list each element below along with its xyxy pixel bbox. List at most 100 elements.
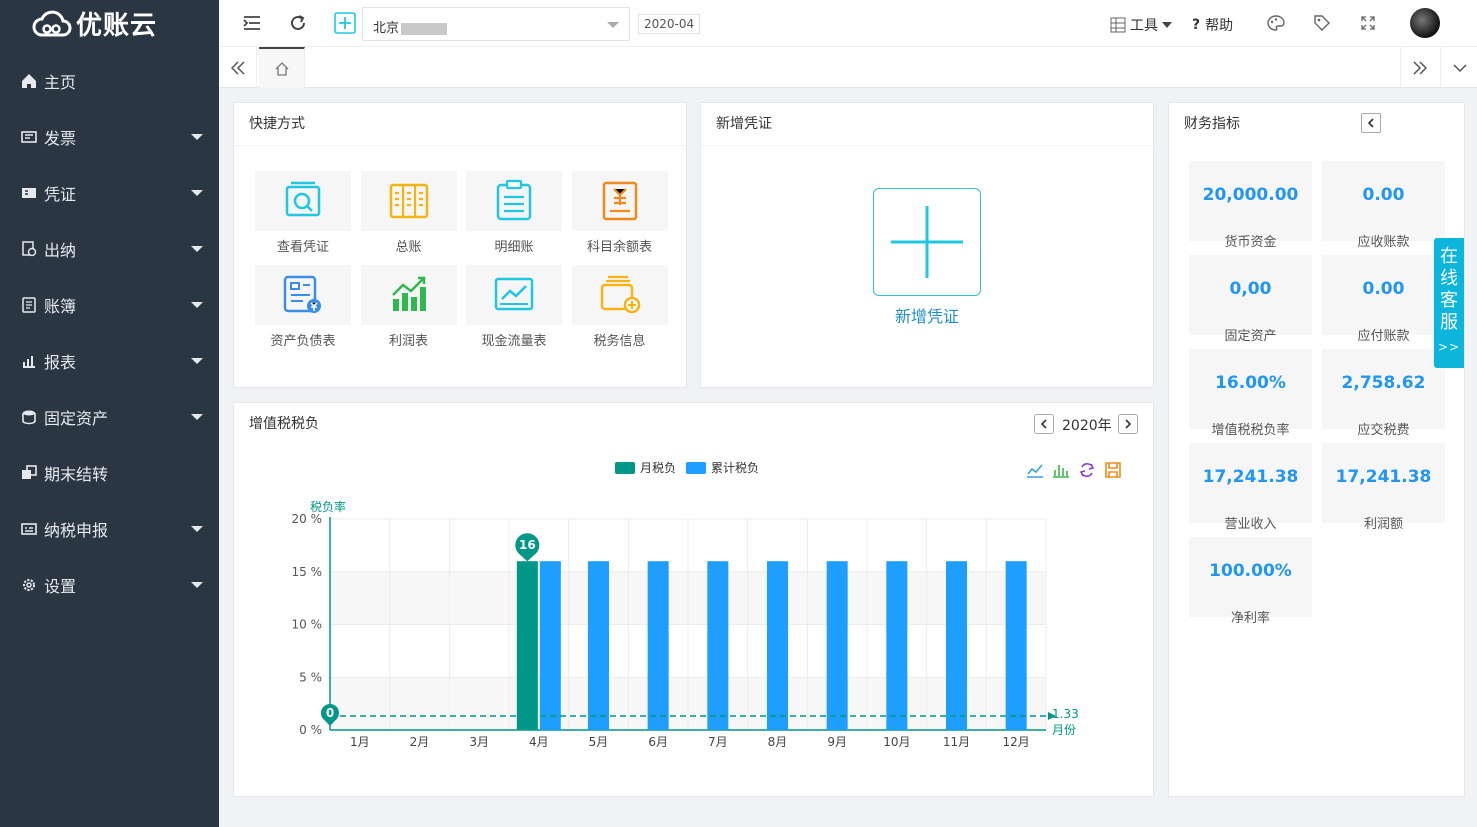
x-tick-label: 3月: [469, 735, 489, 749]
company-name-redacted: [401, 22, 448, 35]
shortcut-asset-liability[interactable]: 资产负债表: [255, 265, 351, 357]
bar-cumulative-11月[interactable]: [946, 561, 967, 730]
sidebar-item-2[interactable]: 凭证: [0, 165, 219, 221]
tab-home[interactable]: [259, 47, 305, 88]
collapse-panel-icon[interactable]: [1361, 113, 1381, 133]
bar-cumulative-7月[interactable]: [707, 561, 729, 730]
bar-cumulative-10月[interactable]: [886, 561, 908, 730]
bar-cumulative-12月[interactable]: [1005, 561, 1027, 730]
save-image-icon-path: [1105, 462, 1121, 478]
menu-toggle-icon[interactable]: [241, 12, 263, 34]
new-voucher-label[interactable]: 新增凭证: [851, 303, 1003, 327]
metric-tile[interactable]: 0,00 固定资产: [1189, 255, 1312, 344]
metric-tile[interactable]: 2,758.62 应交税费: [1322, 349, 1445, 438]
legend-label[interactable]: 月税负: [640, 461, 676, 475]
restore-icon[interactable]: [1079, 463, 1095, 477]
y-tick-label: 5 %: [299, 670, 322, 684]
report-icon: [20, 352, 38, 370]
shortcut-profit-chart[interactable]: 利润表: [360, 265, 457, 357]
shortcut-tile: [466, 265, 562, 325]
markpoint-label: 16: [519, 538, 536, 552]
sidebar-item-9[interactable]: 设置: [0, 557, 219, 613]
tab-bar: [219, 47, 1477, 88]
x-tick-label: 2月: [410, 735, 430, 749]
metric-label: 净利率: [1230, 611, 1270, 626]
shortcut-tile: [466, 171, 562, 231]
sidebar-item-1[interactable]: 发票: [0, 109, 219, 165]
shortcut-tax-info[interactable]: 税务信息: [571, 265, 668, 357]
sidebar-item-8[interactable]: 纳税申报: [0, 501, 219, 557]
plus-icon: [891, 206, 963, 278]
period-selector[interactable]: 2020-04: [638, 14, 701, 34]
tools-label: 工具: [1130, 18, 1158, 34]
sidebar-item-6[interactable]: 固定资产: [0, 389, 219, 445]
asset-liability-icon: [283, 275, 321, 313]
save-image-icon[interactable]: [1105, 462, 1121, 478]
legend-swatch[interactable]: [615, 462, 635, 474]
gear-icon: [20, 576, 38, 594]
metric-tile[interactable]: 17,241.38 营业收入: [1189, 443, 1312, 532]
metric-tile[interactable]: 0.00 应收账款: [1322, 161, 1445, 250]
sidebar-item-3[interactable]: 出纳: [0, 221, 219, 277]
tax-info-icon: [600, 275, 640, 314]
sidebar-item-5[interactable]: 报表: [0, 333, 219, 389]
bar-chart-icon[interactable]: [1053, 465, 1069, 478]
help-label: 帮助: [1205, 18, 1234, 34]
metric-tile[interactable]: 17,241.38 利润额: [1322, 443, 1445, 532]
shortcut-label: 现金流量表: [481, 334, 547, 349]
shortcut-cashflow[interactable]: 现金流量表: [466, 265, 562, 357]
new-voucher-button[interactable]: [873, 188, 981, 296]
next-year-button[interactable]: [1118, 414, 1138, 434]
legend-swatch[interactable]: [686, 462, 706, 474]
tag-icon[interactable]: [1311, 12, 1333, 34]
bar-cumulative-6月[interactable]: [647, 561, 669, 730]
metric-tile[interactable]: 100.00% 净利率: [1189, 537, 1312, 626]
theme-palette-icon[interactable]: [1265, 12, 1287, 34]
sidebar-item-4[interactable]: 账簿: [0, 277, 219, 333]
line-chart-icon[interactable]: [1027, 464, 1043, 478]
metric-label: 应交税费: [1357, 423, 1410, 438]
metric-tile[interactable]: 20,000.00 货币资金: [1189, 161, 1312, 250]
app-logo[interactable]: 优账云: [0, 0, 219, 47]
online-service-button[interactable]: 在线客服 >>: [1434, 238, 1464, 368]
prev-year-button[interactable]: [1034, 414, 1054, 434]
metric-tile[interactable]: 16.00% 增值税税负率: [1189, 349, 1312, 438]
bar-monthly-4月[interactable]: [516, 561, 538, 730]
bar-cumulative-9月[interactable]: [826, 561, 848, 730]
tabs-scroll-left-icon[interactable]: [219, 47, 257, 88]
sidebar-item-label: 出纳: [44, 241, 77, 260]
shortcut-tile: [360, 171, 457, 231]
cashier-icon: [20, 240, 38, 258]
markpoint-label: 0: [326, 706, 334, 720]
bar-cumulative-4月[interactable]: [539, 561, 561, 730]
add-company-icon[interactable]: [334, 12, 356, 34]
view-voucher-icon: [285, 181, 321, 217]
user-avatar[interactable]: [1410, 8, 1440, 38]
sidebar-item-7[interactable]: 期末结转: [0, 445, 219, 501]
shortcut-detail-ledger[interactable]: 明细账: [466, 171, 562, 263]
refresh-icon[interactable]: [287, 12, 309, 34]
bar-cumulative-8月[interactable]: [767, 561, 788, 730]
legend-label[interactable]: 累计税负: [711, 461, 759, 475]
tools-menu[interactable]: 工具: [1110, 15, 1172, 35]
metric-label: 增值税税负率: [1211, 423, 1290, 438]
shortcut-general-ledger[interactable]: 总账: [360, 171, 457, 263]
x-tick-label: 5月: [589, 735, 609, 749]
sidebar-item-0[interactable]: 主页: [0, 53, 219, 109]
x-axis-label: 月份: [1052, 723, 1076, 737]
shortcut-view-voucher[interactable]: 查看凭证: [255, 171, 351, 263]
fullscreen-icon[interactable]: [1357, 12, 1379, 34]
chevron-left-icon: [1040, 419, 1047, 429]
x-tick-label: 6月: [648, 735, 668, 749]
question-icon: ?: [1192, 17, 1201, 33]
bar-cumulative-5月[interactable]: [588, 561, 609, 730]
sidebar-nav: 主页 发票 凭证出纳账簿 报表 固定资产 期末结转 纳税申报 设置: [0, 53, 219, 613]
company-select[interactable]: 北京: [362, 7, 630, 41]
metric-value: 17,241.38: [1335, 467, 1432, 487]
help-link[interactable]: ? 帮助: [1192, 15, 1233, 35]
shortcut-balance-sheet[interactable]: 科目余额表: [571, 171, 668, 263]
service-arrows: >>: [1437, 340, 1461, 354]
metric-tile[interactable]: 0.00 应付账款: [1322, 255, 1445, 344]
tabs-menu-chevron-icon[interactable]: [1440, 47, 1477, 88]
tabs-scroll-right-icon[interactable]: [1400, 47, 1438, 88]
